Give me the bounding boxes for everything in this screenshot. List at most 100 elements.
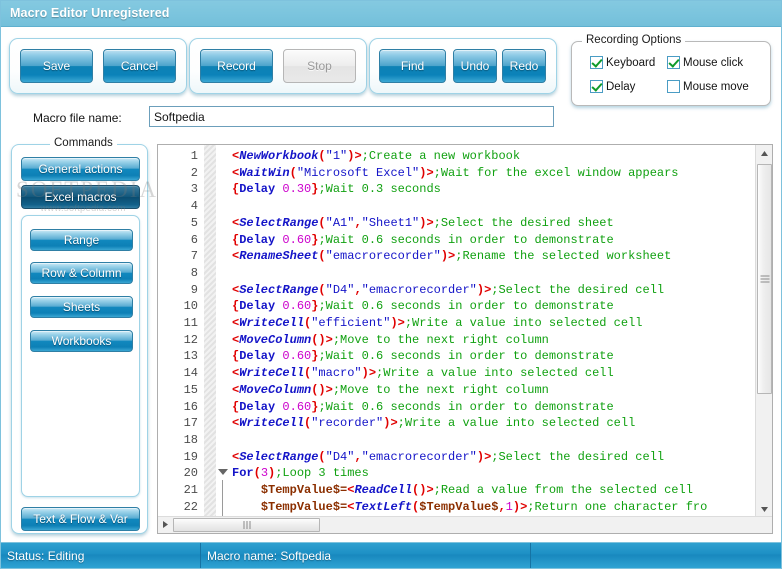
code-line: 18 [158, 432, 772, 449]
code-line: 8 [158, 265, 772, 282]
title-bar: Macro Editor Unregistered [1, 1, 781, 27]
code-editor[interactable]: 1 <NewWorkbook("1")>;Create a new workboo… [157, 144, 773, 534]
status-cell-status: Status: Editing [1, 543, 201, 568]
code-line: 16 {Delay 0.60};Wait 0.6 seconds in order… [158, 399, 772, 416]
line-number: 3 [190, 182, 198, 197]
recording-options-group: Recording Options Keyboard Mouse click D… [571, 34, 771, 106]
macro-file-name-label: Macro file name: [33, 111, 122, 125]
toolbar: Save Cancel Record Stop Find Undo Redo R… [1, 27, 781, 131]
line-number: 22 [183, 499, 198, 514]
command-range-button[interactable]: Range [30, 229, 133, 251]
checkbox-mouse-move[interactable]: Mouse move [667, 80, 749, 93]
command-excel-macros-button[interactable]: Excel macros [21, 185, 140, 209]
scroll-grip-icon [760, 275, 769, 283]
code-line: 1 <NewWorkbook("1")>;Create a new workboo… [158, 148, 772, 165]
code-text: <WriteCell("recorder")>;Write a value in… [232, 416, 636, 431]
line-number: 7 [190, 249, 198, 264]
code-text: {Delay 0.60};Wait 0.6 seconds in order t… [232, 349, 614, 364]
line-number: 1 [190, 149, 198, 163]
edit-button-group: Find Undo Redo [369, 38, 557, 94]
scroll-right-icon[interactable] [158, 517, 173, 532]
checkbox-mouse-click-label: Mouse click [683, 56, 744, 69]
status-cell-extra [531, 543, 781, 568]
scroll-up-icon[interactable] [756, 145, 772, 162]
line-number: 10 [183, 299, 198, 314]
code-line: 2 <WaitWin("Microsoft Excel")>;Wait for t… [158, 165, 772, 182]
file-button-group: Save Cancel [9, 38, 187, 94]
line-number: 4 [190, 199, 198, 214]
code-line: 5 <SelectRange("A1","Sheet1")>;Select the… [158, 215, 772, 232]
command-general-actions-button[interactable]: General actions [21, 157, 140, 181]
code-line: 12 <MoveColumn()>;Move to the next right … [158, 332, 772, 349]
command-workbooks-button[interactable]: Workbooks [30, 330, 133, 352]
checkbox-mouse-move-label: Mouse move [683, 80, 749, 93]
undo-button[interactable]: Undo [453, 49, 497, 83]
checkbox-delay-box[interactable] [590, 80, 603, 93]
code-line: 22 $TempValue$=<TextLeft($TempValue$,1)>… [158, 499, 772, 516]
record-button-group: Record Stop [189, 38, 367, 94]
code-text: <MoveColumn()>;Move to the next right co… [232, 382, 549, 397]
checkbox-keyboard-label: Keyboard [606, 56, 656, 69]
code-text: <SelectRange("A1","Sheet1")>;Select the … [232, 215, 614, 230]
cancel-button[interactable]: Cancel [103, 49, 176, 83]
save-button[interactable]: Save [20, 49, 93, 83]
command-sheets-button[interactable]: Sheets [30, 296, 133, 318]
code-line: 11 <WriteCell("efficient")>;Write a value… [158, 315, 772, 332]
command-row-column-button[interactable]: Row & Column [30, 262, 133, 284]
horizontal-scroll-thumb[interactable] [173, 518, 320, 532]
code-text: {Delay 0.30};Wait 0.3 seconds [232, 182, 441, 197]
code-text: <NewWorkbook("1")>;Create a new workbook [232, 149, 521, 163]
line-number: 19 [183, 449, 198, 464]
code-text: For(3);Loop 3 times [232, 466, 369, 481]
commands-sub-panel: Range Row & Column Sheets Workbooks [21, 215, 140, 497]
line-number: 2 [190, 165, 198, 180]
checkbox-delay[interactable]: Delay [590, 80, 635, 93]
code-text: {Delay 0.60};Wait 0.6 seconds in order t… [232, 399, 614, 414]
code-text: <WriteCell("macro")>;Write a value into … [232, 366, 614, 381]
macro-editor-window: Macro Editor Unregistered Save Cancel Re… [0, 0, 782, 569]
line-number: 5 [190, 215, 198, 230]
stop-button: Stop [283, 49, 356, 83]
command-text-flow-var-button[interactable]: Text & Flow & Var [21, 507, 140, 531]
code-line: 10 {Delay 0.60};Wait 0.6 seconds in order… [158, 298, 772, 315]
code-text: $TempValue$=<ReadCell()>;Read a value fr… [260, 483, 693, 497]
code-text: <MoveColumn()>;Move to the next right co… [232, 332, 549, 347]
line-number: 6 [190, 232, 198, 247]
status-cell-macro-name: Macro name: Softpedia [201, 543, 531, 568]
code-text: <SelectRange("D4","emacrorecorder")>;Sel… [232, 449, 665, 464]
record-button[interactable]: Record [200, 49, 273, 83]
editor-code-area[interactable]: 1 <NewWorkbook("1")>;Create a new workboo… [158, 145, 772, 533]
line-number: 20 [183, 466, 198, 481]
editor-horizontal-scrollbar[interactable] [158, 516, 772, 533]
commands-panel: Commands General actions Excel macros Ra… [11, 137, 156, 534]
recording-options-legend: Recording Options [582, 34, 686, 46]
find-button[interactable]: Find [379, 49, 446, 83]
line-number: 13 [183, 349, 198, 364]
line-number: 15 [183, 382, 198, 397]
fold-collapse-icon[interactable] [218, 468, 228, 478]
code-text: <SelectRange("D4","emacrorecorder")>;Sel… [232, 282, 665, 297]
code-text: {Delay 0.60};Wait 0.6 seconds in order t… [232, 232, 614, 247]
macro-file-name-input[interactable] [149, 106, 554, 127]
vertical-scroll-thumb[interactable] [757, 164, 772, 394]
scroll-grip-h-icon [243, 521, 250, 529]
commands-legend: Commands [50, 137, 117, 149]
line-number: 17 [183, 416, 198, 431]
code-line: 15 <MoveColumn()>;Move to the next right … [158, 382, 772, 399]
editor-vertical-scrollbar[interactable] [755, 145, 772, 518]
code-text: $TempValue$=<TextLeft($TempValue$,1)>;Re… [260, 499, 708, 514]
redo-button[interactable]: Redo [502, 49, 546, 83]
checkbox-mouse-move-box[interactable] [667, 80, 680, 93]
checkbox-mouse-click[interactable]: Mouse click [667, 56, 743, 69]
line-number: 18 [183, 432, 198, 447]
checkbox-mouse-click-box[interactable] [667, 56, 680, 69]
code-line: 17 <WriteCell("recorder")>;Write a value … [158, 415, 772, 432]
checkbox-keyboard[interactable]: Keyboard [590, 56, 655, 69]
code-line: 7 <RenameSheet("emacrorecorder")>;Rename … [158, 248, 772, 265]
line-number: 8 [190, 265, 198, 280]
checkbox-keyboard-box[interactable] [590, 56, 603, 69]
line-number: 16 [183, 399, 198, 414]
code-line: 9 <SelectRange("D4","emacrorecorder")>;Se… [158, 282, 772, 299]
code-line: 3 {Delay 0.30};Wait 0.3 seconds [158, 181, 772, 198]
code-line: 14 <WriteCell("macro")>;Write a value int… [158, 365, 772, 382]
